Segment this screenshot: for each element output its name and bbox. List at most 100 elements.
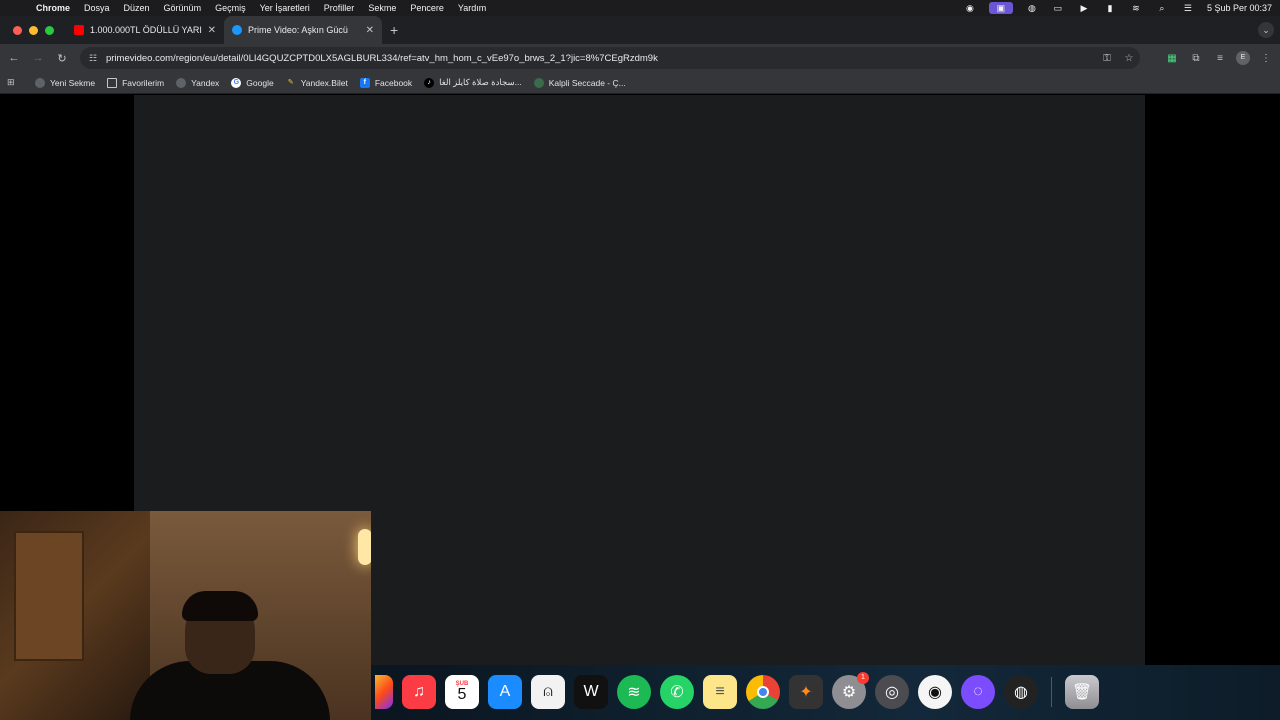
- profile-avatar[interactable]: E: [1236, 51, 1250, 65]
- folder-icon: [107, 77, 118, 88]
- screen-record-icon[interactable]: ◉: [963, 2, 977, 14]
- bookmark-label: Yandex.Bilet: [300, 77, 348, 88]
- tab-search-icon[interactable]: ⌄: [1258, 22, 1274, 38]
- battery-icon[interactable]: ▮: [1103, 2, 1117, 14]
- minimize-window-button[interactable]: [29, 25, 38, 35]
- chrome-icon[interactable]: [746, 675, 780, 709]
- extension-sheets-icon[interactable]: ▦: [1164, 53, 1180, 64]
- chrome-center-icon: [757, 686, 769, 698]
- webcam-wardrobe: [14, 531, 84, 661]
- compressor-icon[interactable]: ◎: [875, 675, 909, 709]
- play-icon[interactable]: ▶: [1077, 2, 1091, 14]
- globe-icon: [176, 77, 187, 88]
- tab-title: 1.000.000TL ÖDÜLLÜ YARIŞ: [90, 25, 202, 35]
- dock-separator: [1051, 677, 1052, 707]
- settings-badge: 1: [857, 672, 869, 684]
- tab-strip: 1.000.000TL ÖDÜLLÜ YARIŞ ✕ Prime Video: …: [0, 16, 1280, 44]
- tab-title: Prime Video: Aşkın Gücü: [248, 25, 348, 35]
- close-tab-icon[interactable]: ✕: [208, 25, 216, 36]
- photos-icon[interactable]: [375, 675, 393, 709]
- youtube-icon: [74, 25, 84, 35]
- window-controls: [13, 25, 54, 35]
- menu-duzen[interactable]: Düzen: [124, 3, 150, 13]
- password-key-icon[interactable]: ⚿: [1096, 53, 1118, 64]
- bookmark-kalpli-seccade[interactable]: Kalpli Seccade - Ç...: [533, 77, 626, 88]
- menu-gecmis[interactable]: Geçmiş: [215, 3, 246, 13]
- fl-studio-icon[interactable]: ✦: [789, 675, 823, 709]
- bookmark-label: Kalpli Seccade - Ç...: [548, 77, 626, 88]
- apps-grid-icon[interactable]: ⊞: [7, 77, 21, 88]
- waves-icon[interactable]: W: [574, 675, 608, 709]
- bookmark-label: Yeni Sekme: [50, 77, 96, 88]
- podcast-mic-icon[interactable]: ⍝: [531, 675, 565, 709]
- globe-icon: [533, 77, 544, 88]
- bookmark-yeni-sekme[interactable]: Yeni Sekme: [35, 77, 96, 88]
- new-tab-icon[interactable]: +: [390, 22, 398, 38]
- bookmark-label: Favorilerim: [122, 77, 165, 88]
- app-store-icon[interactable]: A: [488, 675, 522, 709]
- reading-list-icon[interactable]: ≡: [1212, 53, 1228, 64]
- tor-browser-icon[interactable]: ◌: [961, 675, 995, 709]
- site-info-icon[interactable]: ☷: [86, 53, 100, 64]
- bookmark-google[interactable]: G Google: [231, 77, 274, 88]
- menu-profiller[interactable]: Profiller: [324, 3, 355, 13]
- toolbar-actions: ▦ ⧉ ≡ E ⋮: [1164, 44, 1274, 72]
- bookmark-label: Google: [246, 77, 274, 88]
- webcam-app-icon[interactable]: ◉: [918, 675, 952, 709]
- tab-youtube[interactable]: 1.000.000TL ÖDÜLLÜ YARIŞ ✕: [66, 16, 224, 44]
- bookmark-yandex[interactable]: Yandex: [176, 77, 220, 88]
- trash-icon[interactable]: 🗑: [1065, 675, 1099, 709]
- more-menu-icon[interactable]: ⋮: [1258, 53, 1274, 64]
- macos-dock: ♫ ŞUB 5 A ⍝ W ≋ ✆ ≡ ✦ ⚙ 1 ◎ ◉ ◌ ◍ 🗑: [371, 668, 1103, 716]
- bookmark-label: سجادة صلاة كايلز الغا...: [439, 77, 522, 87]
- menu-pencere[interactable]: Pencere: [410, 3, 444, 13]
- menu-dosya[interactable]: Dosya: [84, 3, 110, 13]
- menu-app-name[interactable]: Chrome: [36, 3, 70, 13]
- close-window-button[interactable]: [13, 25, 22, 35]
- stage-manager-icon[interactable]: ▣: [988, 2, 1013, 14]
- maximize-window-button[interactable]: [45, 25, 54, 35]
- music-icon[interactable]: ♫: [402, 675, 436, 709]
- browser-toolbar: ← → ↻ ☷ primevideo.com/region/eu/detail/…: [0, 44, 1280, 72]
- reload-icon[interactable]: ↻: [50, 52, 74, 65]
- vpn-icon[interactable]: ◍: [1025, 2, 1039, 14]
- search-icon[interactable]: ⌕: [1155, 2, 1169, 14]
- spotify-icon[interactable]: ≋: [617, 675, 651, 709]
- macos-menubar: Chrome Dosya Düzen Görünüm Geçmiş Yer İş…: [0, 0, 1280, 16]
- bookmark-label: Facebook: [374, 77, 413, 88]
- back-icon[interactable]: ←: [2, 52, 26, 64]
- calendar-icon[interactable]: ŞUB 5: [445, 675, 479, 709]
- bookmark-facebook[interactable]: f Facebook: [359, 77, 413, 88]
- menu-gorunum[interactable]: Görünüm: [164, 3, 202, 13]
- bookmark-label: Yandex: [191, 77, 220, 88]
- pencil-icon: ✎: [287, 78, 294, 86]
- address-bar[interactable]: ☷ primevideo.com/region/eu/detail/0LI4GQ…: [80, 47, 1140, 69]
- globe-icon: [35, 77, 45, 88]
- url-text[interactable]: primevideo.com/region/eu/detail/0LI4GQUZ…: [106, 53, 1096, 64]
- bookmark-star-icon[interactable]: ☆: [1118, 53, 1140, 64]
- close-tab-icon[interactable]: ✕: [366, 25, 374, 36]
- control-center-icon[interactable]: ☰: [1181, 2, 1195, 14]
- webcam-person-hair: [182, 591, 258, 621]
- bookmark-tiktok-seccade[interactable]: ♪ سجادة صلاة كايلز الغا...: [424, 77, 522, 88]
- extensions-puzzle-icon[interactable]: ⧉: [1188, 53, 1204, 64]
- menubar-datetime[interactable]: 5 Şub Per 00:37: [1207, 3, 1272, 13]
- wifi-icon[interactable]: ≋: [1129, 2, 1143, 14]
- display-icon[interactable]: ▭: [1051, 2, 1065, 14]
- webcam-lamp: [358, 529, 371, 565]
- webcam-overlay: [0, 511, 371, 720]
- tab-prime-video[interactable]: Prime Video: Aşkın Gücü ✕: [224, 16, 382, 44]
- menu-yardim[interactable]: Yardım: [458, 3, 486, 13]
- menu-yer-isaretleri[interactable]: Yer İşaretleri: [260, 3, 310, 13]
- system-settings-icon[interactable]: ⚙ 1: [832, 672, 869, 709]
- obs-icon[interactable]: ◍: [1004, 675, 1038, 709]
- facebook-icon: f: [359, 77, 370, 88]
- bookmark-yandex-bilet[interactable]: ✎ Yandex.Bilet: [286, 78, 348, 88]
- bookmark-favorilerim[interactable]: Favorilerim: [107, 77, 165, 88]
- menu-sekme[interactable]: Sekme: [368, 3, 396, 13]
- whatsapp-icon[interactable]: ✆: [660, 675, 694, 709]
- bookmarks-bar: ⊞ Yeni Sekme Favorilerim Yandex G Google…: [0, 72, 1280, 94]
- forward-icon[interactable]: →: [26, 52, 50, 64]
- notes-icon[interactable]: ≡: [703, 675, 737, 709]
- google-icon: G: [231, 77, 242, 88]
